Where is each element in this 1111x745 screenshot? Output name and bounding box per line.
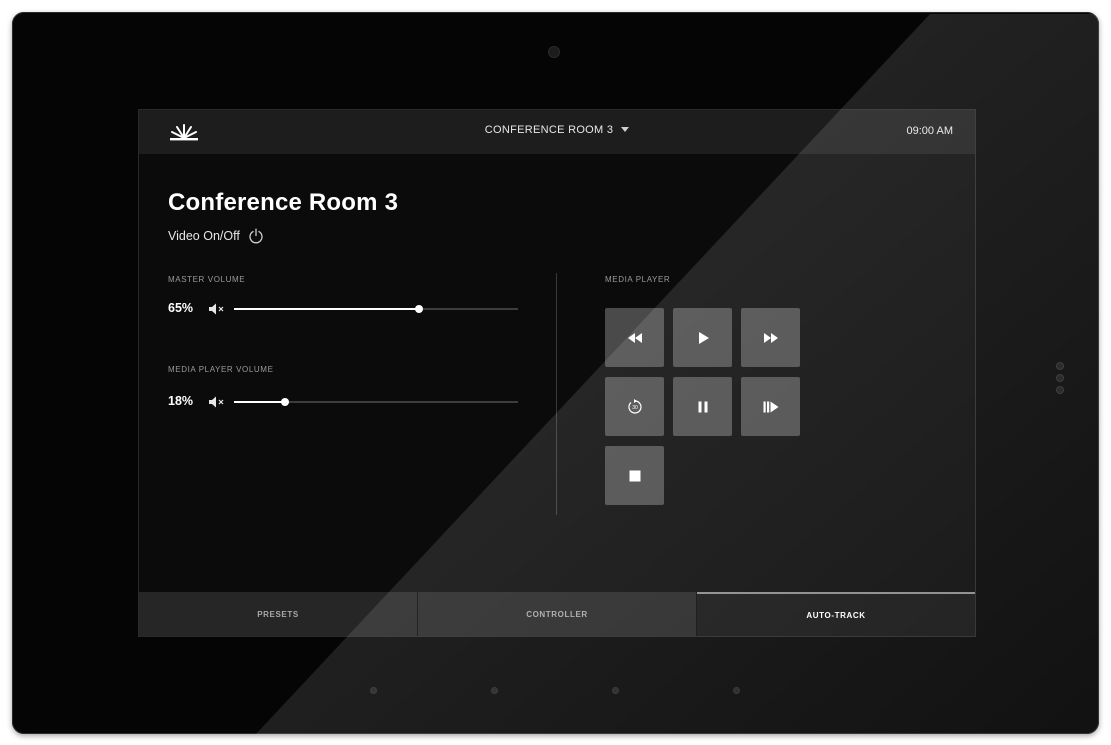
clock: 09:00 AM: [906, 125, 953, 137]
replay-30-icon: 30: [627, 398, 642, 414]
sensor-dot: [492, 688, 497, 693]
play-button[interactable]: [673, 308, 732, 367]
video-toggle-button[interactable]: Video On/Off: [168, 228, 264, 244]
replay-30-button[interactable]: 30: [605, 377, 664, 436]
rewind-button[interactable]: [605, 308, 664, 367]
fast-forward-button[interactable]: [741, 308, 800, 367]
power-icon: [249, 228, 263, 244]
caret-down-icon: [621, 126, 630, 132]
indicator-dot: [1057, 375, 1063, 381]
sensor-dot: [371, 688, 376, 693]
tablet-device: CONFERENCE ROOM 3 09:00 AM Conference Ro…: [12, 12, 1099, 734]
media-player-volume-fill: [234, 401, 286, 403]
media-player-volume-control: 18%: [168, 392, 520, 412]
column-divider: [556, 273, 557, 515]
master-volume-handle[interactable]: [414, 305, 423, 313]
stop-icon: [629, 470, 640, 481]
play-icon: [698, 331, 709, 344]
touch-screen: CONFERENCE ROOM 3 09:00 AM Conference Ro…: [138, 109, 976, 637]
media-player-volume-label: MEDIA PLAYER VOLUME: [168, 365, 274, 374]
sensor-dot: [734, 688, 739, 693]
speaker-mute-icon[interactable]: [208, 395, 226, 409]
video-toggle-label: Video On/Off: [168, 229, 240, 243]
indicator-dot: [1057, 387, 1063, 393]
tab-controller[interactable]: CONTROLLER: [418, 592, 696, 636]
tab-auto-track[interactable]: AUTO-TRACK: [697, 592, 975, 636]
step-forward-button[interactable]: [741, 377, 800, 436]
rewind-icon: [627, 332, 642, 343]
page-title: Conference Room 3: [168, 189, 399, 216]
room-selector[interactable]: CONFERENCE ROOM 3: [139, 124, 975, 136]
master-volume-percent: 65%: [168, 301, 194, 315]
sensor-dot: [613, 688, 618, 693]
media-player-volume-slider[interactable]: [234, 398, 518, 406]
pause-icon: [698, 401, 707, 412]
master-volume-label: MASTER VOLUME: [168, 275, 246, 284]
master-volume-control: 65%: [168, 299, 520, 319]
indicator-dot: [1057, 363, 1063, 369]
camera-lens-icon: [549, 47, 559, 57]
pause-button[interactable]: [673, 377, 732, 436]
tab-presets[interactable]: PRESETS: [139, 592, 417, 636]
fast-forward-icon: [763, 332, 778, 343]
media-player-volume-handle[interactable]: [281, 398, 290, 406]
media-player-volume-percent: 18%: [168, 394, 194, 408]
master-volume-slider[interactable]: [234, 305, 518, 313]
speaker-mute-icon[interactable]: [208, 302, 226, 316]
media-player-label: MEDIA PLAYER: [605, 275, 671, 284]
master-volume-fill: [234, 308, 419, 310]
room-selector-label: CONFERENCE ROOM 3: [484, 124, 614, 136]
stop-button[interactable]: [605, 446, 664, 505]
top-bar: CONFERENCE ROOM 3 09:00 AM: [139, 110, 975, 154]
bottom-tab-bar: PRESETS CONTROLLER AUTO-TRACK: [139, 592, 975, 636]
step-forward-icon: [763, 401, 778, 412]
replay-30-text: 30: [632, 405, 638, 411]
